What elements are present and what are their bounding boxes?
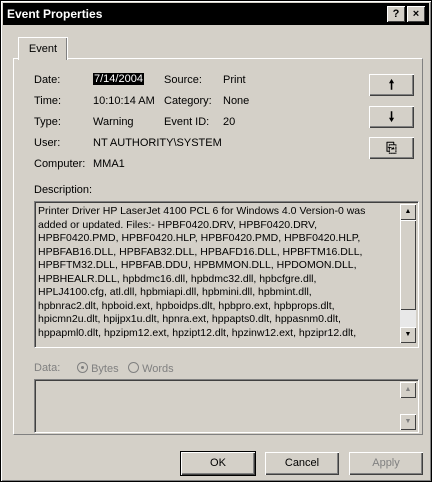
cancel-button[interactable]: Cancel: [265, 452, 339, 475]
type-label: Type:: [34, 116, 61, 128]
radio-on-icon: [77, 362, 88, 373]
window-title: Event Properties: [7, 7, 103, 21]
apply-button[interactable]: Apply: [349, 452, 423, 475]
category-label: Category:: [164, 95, 212, 107]
scroll-down-icon[interactable]: ▼: [400, 327, 416, 343]
category-value: None: [223, 95, 250, 107]
source-value: Print: [223, 74, 246, 86]
bytes-label: Bytes: [91, 363, 119, 375]
copy-button[interactable]: ⎘: [369, 137, 414, 159]
scroll-down-icon[interactable]: ▼: [400, 414, 416, 430]
event-properties-window: Event Properties ? × Event Date: 7/14/20…: [0, 0, 432, 482]
event-id-label: Event ID:: [164, 116, 210, 128]
title-bar: Event Properties ? ×: [3, 3, 429, 25]
computer-value: MMA1: [93, 158, 125, 170]
time-label: Time:: [34, 95, 62, 107]
words-radio[interactable]: Words: [128, 362, 174, 375]
scroll-up-icon[interactable]: ▲: [400, 382, 416, 398]
previous-event-button[interactable]: 🠕: [369, 74, 414, 96]
words-label: Words: [142, 363, 174, 375]
scroll-up-icon[interactable]: ▲: [400, 204, 416, 220]
description-box[interactable]: Printer Driver HP LaserJet 4100 PCL 6 fo…: [34, 201, 419, 348]
arrow-down-icon: 🠗: [388, 109, 395, 124]
description-scrollbar[interactable]: ▲ ▼: [400, 204, 416, 343]
event-id-value: 20: [223, 116, 236, 128]
data-box[interactable]: ▲ ▼: [34, 379, 419, 433]
help-button[interactable]: ?: [387, 6, 405, 22]
date-value-text: 7/14/2004: [93, 73, 144, 85]
type-value: Warning: [93, 116, 134, 128]
bytes-radio[interactable]: Bytes: [77, 362, 119, 375]
date-label: Date:: [34, 74, 61, 86]
radio-off-icon: [128, 362, 139, 373]
description-label: Description:: [34, 184, 93, 196]
date-value[interactable]: 7/14/2004: [93, 73, 144, 85]
source-label: Source:: [164, 74, 202, 86]
copy-icon: ⎘: [386, 140, 397, 155]
time-value: 10:10:14 AM: [93, 95, 155, 107]
data-scrollbar[interactable]: ▲ ▼: [400, 382, 416, 430]
tab-event[interactable]: Event: [18, 37, 68, 60]
close-button[interactable]: ×: [407, 6, 425, 22]
user-value: NT AUTHORITY\SYSTEM: [93, 137, 222, 149]
scroll-thumb[interactable]: [400, 220, 416, 310]
next-event-button[interactable]: 🠗: [369, 106, 414, 128]
user-label: User:: [34, 137, 61, 149]
data-label: Data:: [34, 362, 61, 374]
computer-label: Computer:: [34, 158, 86, 170]
arrow-up-icon: 🠕: [388, 77, 395, 92]
description-text: Printer Driver HP LaserJet 4100 PCL 6 fo…: [38, 205, 366, 339]
ok-button[interactable]: OK: [180, 451, 256, 476]
